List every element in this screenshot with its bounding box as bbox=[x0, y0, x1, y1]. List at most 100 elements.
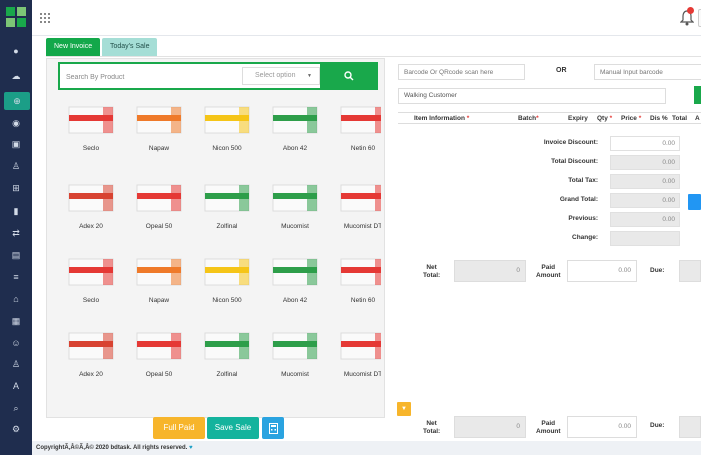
dashboard-icon[interactable]: ● bbox=[9, 44, 23, 58]
paid-amount-input-bottom[interactable]: 0.00 bbox=[567, 416, 637, 438]
product-card[interactable]: Mucomist bbox=[263, 321, 327, 393]
add-customer-button[interactable] bbox=[694, 86, 701, 104]
product-name: Abon 42 bbox=[282, 145, 308, 152]
col-action: A bbox=[695, 115, 700, 122]
full-paid-button[interactable]: Full Paid bbox=[153, 417, 205, 439]
product-card[interactable]: Netin 60 bbox=[331, 95, 381, 167]
cloud-icon[interactable]: ☁ bbox=[9, 69, 23, 83]
save-sale-button[interactable]: Save Sale bbox=[207, 417, 259, 439]
product-name: Mucomist DT bbox=[343, 223, 381, 230]
barcode-input[interactable] bbox=[398, 64, 525, 80]
search-button[interactable] bbox=[320, 62, 378, 90]
app-window: ● ☁ ⊕ ◉ ▣ ♙ ⊞ ▮ ⇄ ▤ ≡ ⌂ ▦ ☺ ♙ A ⌕ ⚙ New … bbox=[0, 0, 701, 455]
col-item: Item Information * bbox=[414, 115, 470, 122]
eye-icon[interactable]: ◉ bbox=[9, 116, 23, 130]
book-icon[interactable]: ▤ bbox=[9, 248, 23, 262]
chart-icon[interactable]: ▮ bbox=[9, 204, 23, 218]
product-card[interactable]: Abon 42 bbox=[263, 95, 327, 167]
product-image bbox=[204, 106, 250, 134]
calculator-button[interactable] bbox=[262, 417, 284, 439]
tab-new-invoice[interactable]: New Invoice bbox=[46, 38, 101, 56]
summary-label: Change: bbox=[572, 234, 598, 241]
product-search-input[interactable] bbox=[66, 70, 236, 84]
copyright-text: CopyrightÃ‚Â©Ã‚Â© 2020 bdtask. All right… bbox=[36, 445, 188, 451]
col-dis: Dis % bbox=[650, 115, 668, 122]
product-image bbox=[68, 106, 114, 134]
summary-value: 0.00 bbox=[610, 155, 680, 170]
product-card[interactable]: Napaw bbox=[127, 247, 191, 319]
bank-icon[interactable]: ⌂ bbox=[9, 292, 23, 306]
product-image bbox=[272, 106, 318, 134]
manual-barcode-input[interactable] bbox=[594, 64, 701, 80]
search-icon bbox=[344, 71, 354, 81]
summary-value[interactable]: 0.00 bbox=[610, 136, 680, 151]
person-icon[interactable]: ♙ bbox=[9, 357, 23, 371]
heart-icon: ♥ bbox=[189, 445, 193, 451]
product-card[interactable]: Adex 20 bbox=[59, 173, 123, 245]
product-card[interactable]: Opeal 50 bbox=[127, 173, 191, 245]
product-card[interactable]: Mucomist DT bbox=[331, 173, 381, 245]
product-card[interactable]: Mucomist DT bbox=[331, 321, 381, 393]
expand-button[interactable]: ▼ bbox=[397, 402, 411, 416]
product-scrollbar[interactable] bbox=[384, 64, 388, 394]
calculator-icon bbox=[268, 422, 278, 434]
col-total: Total bbox=[672, 115, 688, 122]
calendar-icon[interactable]: ▣ bbox=[9, 137, 23, 151]
customer-field[interactable]: Walking Customer bbox=[398, 88, 666, 104]
product-name: Zolfinal bbox=[216, 371, 238, 378]
paid-amount-input[interactable]: 0.00 bbox=[567, 260, 637, 282]
paid-amount-label: Paid Amount bbox=[536, 264, 561, 279]
product-image bbox=[340, 258, 381, 286]
product-name: Opeal 50 bbox=[145, 223, 173, 230]
product-image bbox=[136, 332, 182, 360]
invoice-panel: OR Walking Customer Item Information * B… bbox=[398, 58, 701, 441]
product-image bbox=[68, 258, 114, 286]
product-card[interactable]: Abon 42 bbox=[263, 247, 327, 319]
product-name: Zolfinal bbox=[216, 223, 238, 230]
product-card[interactable]: Zolfinal bbox=[195, 321, 259, 393]
search-nav-icon[interactable]: ⌕ bbox=[9, 401, 23, 415]
col-qty: Qty * bbox=[597, 115, 613, 122]
category-select[interactable]: Select option ▼ bbox=[242, 67, 320, 85]
product-card[interactable]: Napaw bbox=[127, 95, 191, 167]
product-image bbox=[204, 184, 250, 212]
cart-icon[interactable]: ⊞ bbox=[9, 181, 23, 195]
product-card[interactable]: Nicon 500 bbox=[195, 95, 259, 167]
language-icon[interactable]: A bbox=[9, 379, 23, 393]
product-card[interactable]: Seclo bbox=[59, 247, 123, 319]
product-image bbox=[272, 184, 318, 212]
col-batch: Batch* bbox=[518, 115, 539, 122]
settings-icon[interactable]: ⚙ bbox=[9, 422, 23, 436]
summary-label: Total Discount: bbox=[551, 158, 598, 165]
product-card[interactable]: Opeal 50 bbox=[127, 321, 191, 393]
transfer-icon[interactable]: ⇄ bbox=[9, 226, 23, 240]
category-select-placeholder: Select option bbox=[255, 72, 296, 79]
product-image bbox=[340, 106, 381, 134]
product-image bbox=[204, 332, 250, 360]
product-card[interactable]: Nicon 500 bbox=[195, 247, 259, 319]
chevron-down-icon: ▼ bbox=[307, 73, 312, 79]
add-item-button[interactable] bbox=[688, 194, 701, 210]
net-total-field-bottom: 0 bbox=[454, 416, 526, 438]
net-total-field: 0 bbox=[454, 260, 526, 282]
product-card[interactable]: Adex 20 bbox=[59, 321, 123, 393]
user-icon[interactable]: ♙ bbox=[9, 159, 23, 173]
product-name: Mucomist bbox=[281, 223, 309, 230]
product-image bbox=[340, 332, 381, 360]
list-icon[interactable]: ≡ bbox=[9, 270, 23, 284]
product-name: Napaw bbox=[148, 297, 170, 304]
apps-grid-icon[interactable] bbox=[40, 13, 50, 23]
tab-todays-sale[interactable]: Today's Sale bbox=[102, 38, 158, 56]
product-card[interactable]: Netin 60 bbox=[331, 247, 381, 319]
action-bar: Full Paid Save Sale bbox=[46, 411, 385, 441]
product-name: Netin 60 bbox=[350, 145, 376, 152]
product-name: Netin 60 bbox=[350, 297, 376, 304]
people-icon[interactable]: ☺ bbox=[9, 336, 23, 350]
product-name: Mucomist DT bbox=[343, 371, 381, 378]
product-card[interactable]: Zolfinal bbox=[195, 173, 259, 245]
notification-badge bbox=[687, 7, 694, 14]
product-card[interactable]: Mucomist bbox=[263, 173, 327, 245]
invoice-nav-icon[interactable]: ⊕ bbox=[4, 92, 30, 110]
report-icon[interactable]: ▦ bbox=[9, 314, 23, 328]
product-card[interactable]: Seclo bbox=[59, 95, 123, 167]
